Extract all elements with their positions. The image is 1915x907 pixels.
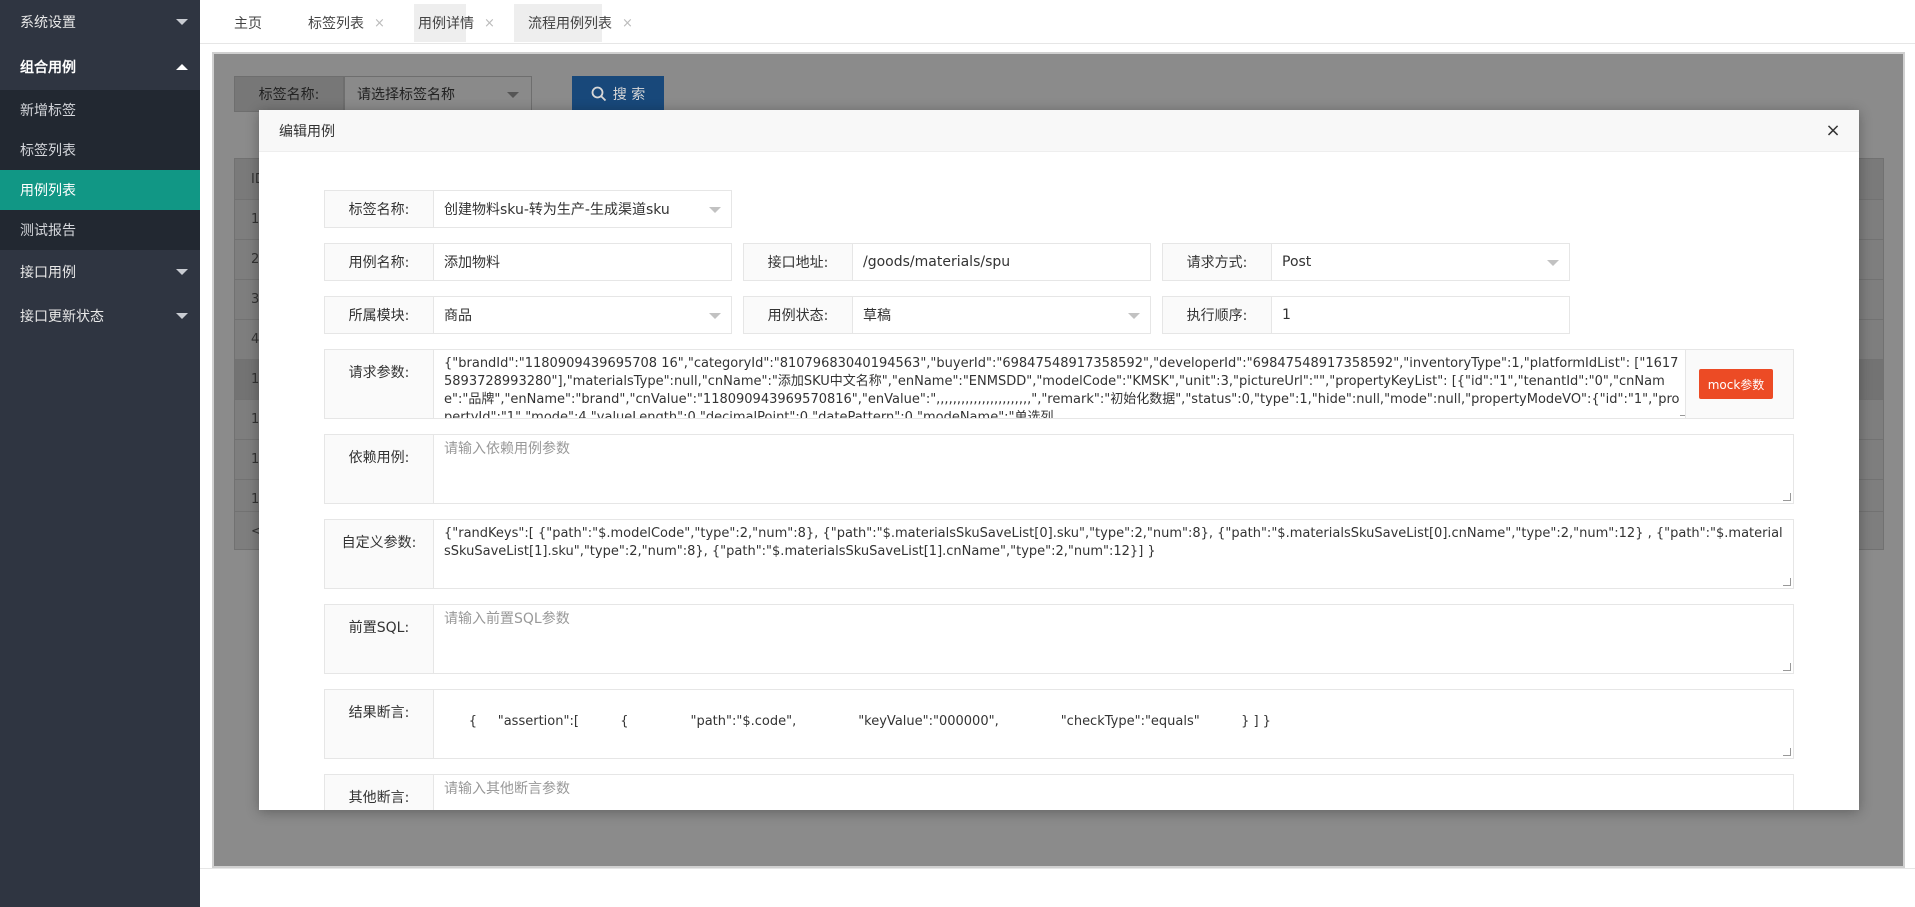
tab-flow-case-list[interactable]: 流程用例列表 × — [514, 4, 647, 42]
sidebar-item-case-list[interactable]: 用例列表 — [0, 170, 200, 210]
sidebar-group-label: 组合用例 — [20, 60, 76, 76]
tag-name-label: 标签名称: — [324, 190, 434, 228]
bg-search-button-label: 搜 索 — [612, 87, 646, 103]
module-label: 所属模块: — [324, 296, 434, 334]
case-status-label: 用例状态: — [743, 296, 853, 334]
tab-label: 流程用例列表 — [528, 16, 612, 32]
chevron-down-icon — [507, 92, 519, 98]
tag-name-value: 创建物料sku-转为生产-生成渠道sku — [444, 202, 670, 218]
sidebar-item-label: 标签列表 — [20, 143, 76, 159]
sidebar-item-label: 新增标签 — [20, 103, 76, 119]
bg-tag-select-value: 请选择标签名称 — [357, 87, 455, 103]
sidebar-submenu: 新增标签 标签列表 用例列表 测试报告 — [0, 90, 200, 250]
api-url-label: 接口地址: — [743, 243, 853, 281]
edit-case-modal: 编辑用例 × 标签名称: 创建物料sku-转为生产-生成渠道sku 用例名称: … — [259, 110, 1859, 810]
exec-order-input[interactable]: 1 — [1272, 296, 1570, 334]
chevron-down-icon — [709, 313, 721, 319]
resize-handle-icon[interactable] — [1783, 663, 1791, 671]
tab-home[interactable]: 主页 — [220, 4, 276, 42]
depend-cases-label: 依赖用例: — [324, 434, 434, 504]
request-method-select[interactable]: Post — [1272, 243, 1570, 281]
sidebar-item-tag-list[interactable]: 标签列表 — [0, 130, 200, 170]
search-icon — [591, 86, 606, 102]
other-assertion-textarea[interactable]: 请输入其他断言参数 — [434, 774, 1794, 810]
close-icon[interactable]: × — [484, 16, 495, 31]
depend-cases-placeholder: 请输入依赖用例参数 — [444, 441, 570, 457]
modal-header: 编辑用例 × — [259, 110, 1859, 152]
request-params-label: 请求参数: — [324, 349, 434, 419]
sidebar-group-combo-cases[interactable]: 组合用例 — [0, 44, 200, 90]
sidebar-item-label: 用例列表 — [20, 183, 76, 199]
module-select[interactable]: 商品 — [434, 296, 732, 334]
sidebar-item-test-report[interactable]: 测试报告 — [0, 210, 200, 250]
case-name-input[interactable]: 添加物料 — [434, 243, 732, 281]
request-method-label: 请求方式: — [1162, 243, 1272, 281]
api-url-value: /goods/materials/spu — [863, 254, 1011, 270]
sidebar-group-label: 接口用例 — [20, 265, 76, 281]
exec-order-label: 执行顺序: — [1162, 296, 1272, 334]
close-icon[interactable]: × — [374, 16, 385, 31]
bg-search-button[interactable]: 搜 索 — [572, 76, 664, 112]
pre-sql-placeholder: 请输入前置SQL参数 — [444, 611, 570, 627]
resize-handle-icon[interactable] — [1783, 748, 1791, 756]
chevron-down-icon — [176, 19, 188, 25]
request-params-textarea[interactable]: {"brandId":"1180909439695708 16","catego… — [434, 349, 1691, 419]
request-method-value: Post — [1282, 254, 1312, 270]
pre-sql-textarea[interactable]: 请输入前置SQL参数 — [434, 604, 1794, 674]
bg-tag-select[interactable]: 请选择标签名称 — [344, 76, 532, 112]
result-assertion-textarea[interactable]: { "assertion":[ { "path":"$.code", "keyV… — [434, 689, 1794, 759]
sidebar-group-api-cases[interactable]: 接口用例 — [0, 250, 200, 294]
other-assertion-placeholder: 请输入其他断言参数 — [444, 781, 570, 797]
chevron-down-icon — [709, 207, 721, 213]
chevron-down-icon — [176, 313, 188, 319]
tab-label: 主页 — [234, 16, 262, 32]
close-icon[interactable]: × — [1823, 121, 1843, 141]
tag-name-select[interactable]: 创建物料sku-转为生产-生成渠道sku — [434, 190, 732, 228]
pre-sql-label: 前置SQL: — [324, 604, 434, 674]
result-assertion-label: 结果断言: — [324, 689, 434, 759]
chevron-up-icon — [176, 64, 188, 70]
tab-case-detail[interactable]: 用例详情 × — [404, 4, 509, 42]
resize-handle-icon[interactable] — [1783, 578, 1791, 586]
mock-params-button[interactable]: mock参数 — [1699, 369, 1773, 399]
page-bottom-bar — [200, 868, 1915, 907]
custom-params-label: 自定义参数: — [324, 519, 434, 589]
chevron-down-icon — [176, 269, 188, 275]
sidebar-group-label: 系统设置 — [20, 15, 76, 31]
depend-cases-textarea[interactable]: 请输入依赖用例参数 — [434, 434, 1794, 504]
case-name-value: 添加物料 — [444, 255, 500, 271]
tab-bar: 主页 标签列表 × 用例详情 × 流程用例列表 × — [200, 0, 1915, 44]
custom-params-textarea[interactable]: {"randKeys":[ {"path":"$.modelCode","typ… — [434, 519, 1794, 589]
tab-label: 标签列表 — [308, 16, 364, 32]
resize-handle-icon[interactable] — [1783, 493, 1791, 501]
exec-order-value: 1 — [1282, 307, 1291, 323]
case-status-value: 草稿 — [863, 308, 891, 324]
bg-search-label: 标签名称: — [234, 76, 344, 112]
close-icon[interactable]: × — [622, 16, 633, 31]
modal-title: 编辑用例 — [279, 123, 335, 140]
sidebar-group-system-settings[interactable]: 系统设置 — [0, 0, 200, 44]
sidebar-group-label: 接口更新状态 — [20, 309, 104, 325]
chevron-down-icon — [1128, 313, 1140, 319]
sidebar: 系统设置 组合用例 新增标签 标签列表 用例列表 测试报告 接口用例 接口更新状… — [0, 0, 200, 907]
case-name-label: 用例名称: — [324, 243, 434, 281]
request-params-value: {"brandId":"1180909439695708 16","catego… — [444, 356, 1680, 419]
modal-body: 标签名称: 创建物料sku-转为生产-生成渠道sku 用例名称: 添加物料 接口… — [259, 152, 1859, 810]
chevron-down-icon — [1547, 260, 1559, 266]
case-status-select[interactable]: 草稿 — [853, 296, 1151, 334]
tab-tag-list[interactable]: 标签列表 × — [294, 4, 399, 42]
sidebar-group-api-update-status[interactable]: 接口更新状态 — [0, 294, 200, 338]
api-url-input[interactable]: /goods/materials/spu — [853, 243, 1151, 281]
tab-label: 用例详情 — [418, 16, 474, 32]
sidebar-item-label: 测试报告 — [20, 223, 76, 239]
custom-params-value: {"randKeys":[ {"path":"$.modelCode","typ… — [444, 526, 1783, 559]
other-assertion-label: 其他断言: — [324, 774, 434, 810]
sidebar-item-add-tag[interactable]: 新增标签 — [0, 90, 200, 130]
result-assertion-value: { "assertion":[ { "path":"$.code", "keyV… — [468, 714, 1271, 729]
module-value: 商品 — [444, 308, 472, 324]
